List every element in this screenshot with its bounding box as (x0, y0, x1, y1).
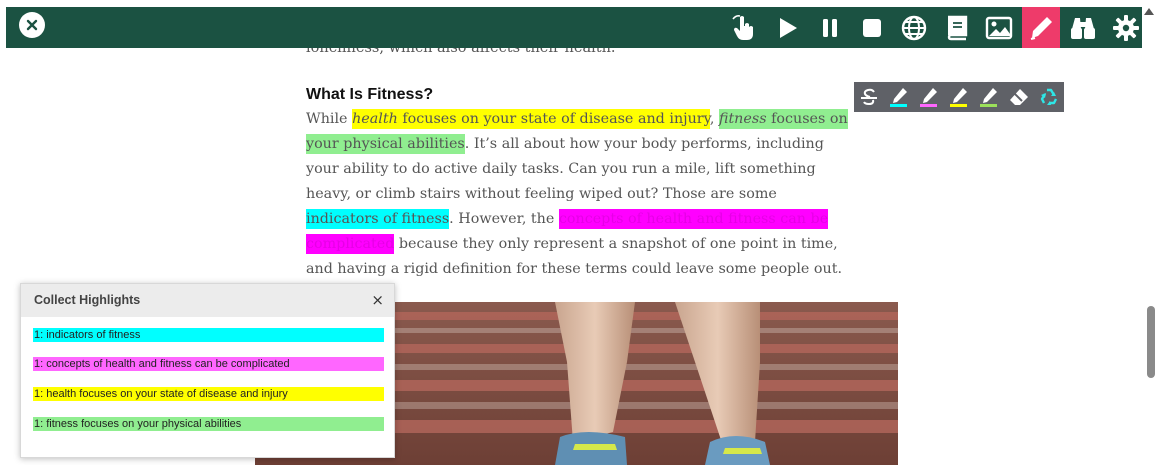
panel-header: Collect Highlights × (21, 284, 394, 317)
highlight-em: health (352, 111, 398, 127)
strikethrough-icon (861, 88, 877, 106)
highlight-yellow[interactable]: health focuses on your state of disease … (352, 109, 710, 129)
highlight-cyan[interactable]: indicators of fitness (306, 209, 450, 229)
book-icon (947, 15, 968, 40)
recycle-icon (1040, 88, 1058, 105)
highlighter-pen-icon (1030, 16, 1052, 40)
gear-icon (1113, 14, 1139, 41)
vertical-scrollbar[interactable] (1142, 0, 1156, 465)
text-run: . However, the (449, 211, 559, 227)
highlight-yellow-button[interactable] (944, 82, 974, 112)
highlight-entry-magenta[interactable]: 1: concepts of health and fitness can be… (33, 357, 384, 371)
eraser-button[interactable] (1004, 82, 1034, 112)
text-run: While (306, 111, 353, 127)
image-icon (985, 16, 1013, 39)
highlight-text: focuses on your state of disease and inj… (397, 111, 710, 127)
highlight-em: fitness (718, 111, 767, 127)
highlight-entry-green[interactable]: 1: fitness focuses on your physical abil… (33, 417, 384, 431)
highlight-entry-yellow[interactable]: 1: health focuses on your state of disea… (33, 387, 384, 401)
pause-icon (823, 18, 837, 37)
search-button[interactable] (1065, 7, 1101, 48)
collect-highlights-panel: Collect Highlights × 1: indicators of fi… (20, 283, 395, 458)
article-paragraph: While health focuses on your state of di… (306, 107, 848, 282)
translate-button[interactable] (896, 7, 932, 48)
globe-icon (901, 15, 927, 40)
top-toolbar (6, 7, 1146, 48)
stop-button[interactable] (854, 7, 890, 48)
cyan-highlighter-icon (890, 88, 907, 107)
panel-title: Collect Highlights (34, 293, 141, 307)
close-icon (26, 19, 38, 31)
binoculars-icon (1071, 17, 1095, 39)
hand-pointer-icon (732, 14, 753, 40)
scrollbar-thumb[interactable] (1147, 306, 1155, 378)
strikethrough-button[interactable] (854, 82, 884, 112)
pointer-button[interactable] (726, 7, 762, 48)
picture-dictionary-button[interactable] (981, 7, 1017, 48)
dictionary-button[interactable] (939, 7, 975, 48)
play-icon (780, 17, 797, 38)
highlight-entry-cyan[interactable]: 1: indicators of fitness (33, 328, 384, 342)
play-button[interactable] (770, 7, 806, 48)
highlighter-button[interactable] (1022, 7, 1060, 48)
article-heading: What Is Fitness? (306, 86, 434, 103)
scroll-up-arrow-icon[interactable] (1144, 8, 1154, 15)
eraser-icon (1010, 89, 1028, 105)
pause-button[interactable] (812, 7, 848, 48)
clear-highlights-button[interactable] (1034, 82, 1064, 112)
highlight-palette (854, 82, 1064, 112)
panel-close-button[interactable]: × (371, 291, 384, 309)
settings-button[interactable] (1108, 7, 1144, 48)
green-highlighter-icon (980, 88, 997, 107)
highlight-cyan-button[interactable] (884, 82, 914, 112)
close-button[interactable] (19, 12, 45, 38)
highlight-pink-button[interactable] (914, 82, 944, 112)
yellow-highlighter-icon (950, 88, 967, 107)
stop-icon (863, 18, 881, 37)
text-run: , (709, 111, 719, 127)
highlight-green-button[interactable] (974, 82, 1004, 112)
pink-highlighter-icon (920, 88, 937, 107)
